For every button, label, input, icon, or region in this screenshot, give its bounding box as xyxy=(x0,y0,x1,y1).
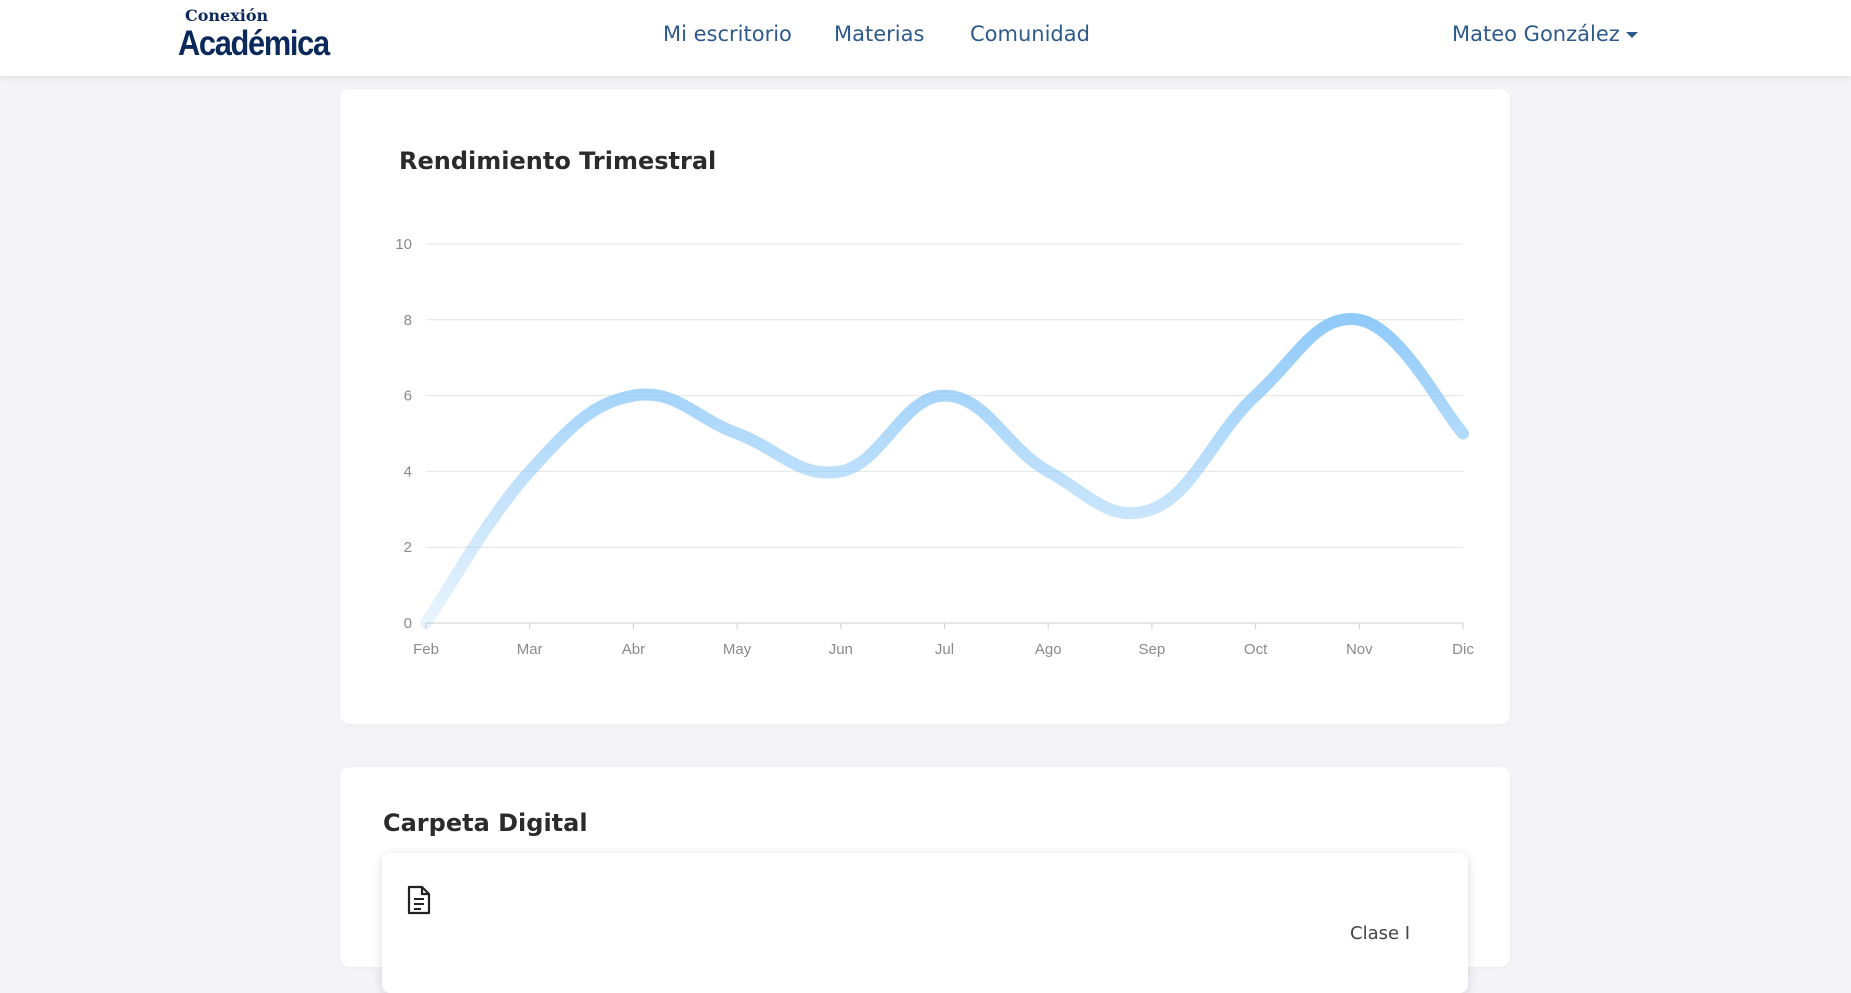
x-tick-label: Ago xyxy=(1035,641,1062,658)
x-tick-label: Oct xyxy=(1244,641,1268,658)
y-tick-label: 2 xyxy=(404,539,412,556)
document-item[interactable]: Clase I xyxy=(382,853,1468,993)
y-tick-label: 6 xyxy=(404,388,412,405)
performance-card: Rendimiento Trimestral 0246810FebMarAbrM… xyxy=(340,89,1510,724)
x-tick-label: Sep xyxy=(1139,641,1166,658)
top-navbar: Conexión Académica Mi escritorio Materia… xyxy=(0,0,1851,76)
nav-link-mi-escritorio[interactable]: Mi escritorio xyxy=(663,22,792,46)
x-tick-label: Mar xyxy=(517,641,543,658)
performance-chart: 0 2 4 6 8 10 Feb Mar Abr May Jun Jul Ago Sep Oct Nov Dic xyxy=(340,89,1510,724)
digital-folder-title: Carpeta Digital xyxy=(383,809,588,837)
caret-down-icon xyxy=(1626,32,1638,38)
user-menu-toggle[interactable]: Mateo González xyxy=(1452,22,1638,46)
document-class-label: Clase I xyxy=(1350,923,1410,944)
x-tick-label: Feb xyxy=(413,641,439,658)
y-tick-label: 4 xyxy=(404,463,412,480)
x-tick-label: Jul xyxy=(935,641,954,658)
document-icon xyxy=(406,885,432,915)
x-tick-label: Abr xyxy=(622,641,645,658)
x-tick-label: Nov xyxy=(1346,641,1373,658)
nav-link-materias[interactable]: Materias xyxy=(834,22,924,46)
y-tick-label: 10 xyxy=(395,236,412,253)
y-tick-label: 8 xyxy=(404,312,412,329)
y-tick-label: 0 xyxy=(404,615,412,632)
nav-link-comunidad[interactable]: Comunidad xyxy=(970,22,1090,46)
user-name: Mateo González xyxy=(1452,22,1620,46)
digital-folder-card: Carpeta Digital Clase I xyxy=(340,767,1510,967)
x-tick-label: May xyxy=(723,641,752,658)
x-tick-label: Dic xyxy=(1452,641,1474,658)
x-tick-label: Jun xyxy=(829,641,853,658)
